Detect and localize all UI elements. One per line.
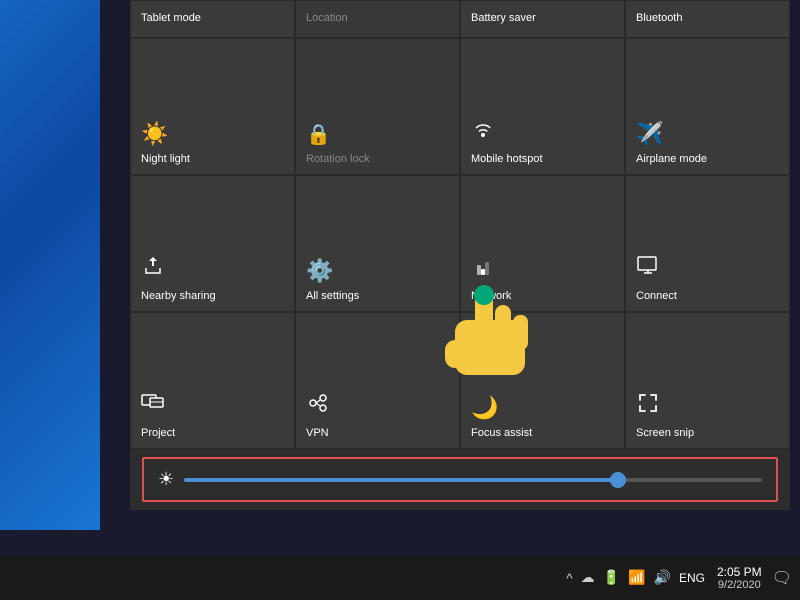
tile-focus-assist-label: Focus assist (471, 427, 532, 440)
taskbar-wifi-icon[interactable]: 📶 (628, 569, 645, 586)
tile-night-light[interactable]: ☀️ Night light (130, 38, 295, 175)
mobile-hotspot-icon (471, 117, 495, 147)
airplane-icon: ✈️ (636, 121, 663, 147)
tile-mobile-hotspot[interactable]: Mobile hotspot (460, 38, 625, 175)
tile-battery-saver[interactable]: Battery saver (460, 0, 625, 38)
screen-snip-icon (636, 391, 660, 421)
brightness-control: ☀ (142, 457, 778, 502)
rotation-lock-icon: 🔒 (306, 122, 331, 147)
connect-icon (636, 254, 660, 284)
taskbar-onedrive-icon[interactable]: ☁ (581, 569, 595, 586)
taskbar-chevron[interactable]: ^ (566, 570, 573, 586)
tiles-row-3: Project VPN 🌙 Focus assist (130, 312, 790, 449)
tile-nearby-sharing-label: Nearby sharing (141, 290, 216, 303)
tiles-row-2: Nearby sharing ⚙️ All settings Network (130, 175, 790, 312)
desktop-background (0, 0, 100, 530)
tile-location-label: Location (306, 12, 348, 25)
tile-airplane-mode-label: Airplane mode (636, 153, 707, 166)
tile-project-label: Project (141, 427, 175, 440)
brightness-icon: ☀ (158, 469, 174, 490)
taskbar-clock[interactable]: 2:05 PM 9/2/2020 (717, 565, 762, 591)
tile-nearby-sharing[interactable]: Nearby sharing (130, 175, 295, 312)
tile-tablet-mode-label: Tablet mode (141, 12, 201, 25)
tile-bluetooth[interactable]: Bluetooth (625, 0, 790, 38)
header-tiles-row: Tablet mode Location Battery saver Bluet… (130, 0, 790, 38)
taskbar: ^ ☁ 🔋 📶 🔊 ENG 2:05 PM 9/2/2020 🗨 (0, 555, 800, 600)
taskbar-time: 2:05 PM (717, 565, 762, 579)
tile-location[interactable]: Location (295, 0, 460, 38)
project-icon (141, 391, 165, 421)
brightness-slider-track[interactable] (184, 478, 762, 482)
tile-connect[interactable]: Connect (625, 175, 790, 312)
settings-icon: ⚙️ (306, 258, 333, 284)
vpn-icon (306, 391, 330, 421)
tile-night-light-label: Night light (141, 153, 190, 166)
tiles-row-1: ☀️ Night light 🔒 Rotation lock Mobile ho… (130, 38, 790, 175)
tile-all-settings[interactable]: ⚙️ All settings (295, 175, 460, 312)
tile-vpn-label: VPN (306, 427, 329, 440)
tile-focus-assist[interactable]: 🌙 Focus assist (460, 312, 625, 449)
tile-network[interactable]: Network (460, 175, 625, 312)
brightness-slider-thumb[interactable] (610, 472, 626, 488)
taskbar-lang[interactable]: ENG (679, 571, 705, 585)
tile-network-label: Network (471, 290, 511, 303)
tile-battery-saver-label: Battery saver (471, 12, 536, 25)
tile-vpn[interactable]: VPN (295, 312, 460, 449)
tile-airplane-mode[interactable]: ✈️ Airplane mode (625, 38, 790, 175)
focus-assist-icon: 🌙 (471, 395, 498, 421)
tile-mobile-hotspot-label: Mobile hotspot (471, 153, 543, 166)
taskbar-date: 9/2/2020 (717, 579, 762, 591)
action-center: Tablet mode Location Battery saver Bluet… (130, 0, 790, 510)
tile-screen-snip[interactable]: Screen snip (625, 312, 790, 449)
tile-tablet-mode[interactable]: Tablet mode (130, 0, 295, 38)
brightness-slider-fill (184, 478, 617, 482)
tile-rotation-lock-label: Rotation lock (306, 153, 370, 166)
taskbar-notification-icon[interactable]: 🗨 (772, 568, 792, 588)
tile-screen-snip-label: Screen snip (636, 427, 694, 440)
tile-rotation-lock[interactable]: 🔒 Rotation lock (295, 38, 460, 175)
tile-all-settings-label: All settings (306, 290, 359, 303)
tile-connect-label: Connect (636, 290, 677, 303)
tile-bluetooth-label: Bluetooth (636, 12, 682, 25)
taskbar-volume-icon[interactable]: 🔊 (654, 569, 671, 586)
network-icon (471, 254, 495, 284)
taskbar-system-icons: ^ ☁ 🔋 📶 🔊 ENG (566, 569, 705, 586)
nearby-sharing-icon (141, 254, 165, 284)
tile-project[interactable]: Project (130, 312, 295, 449)
night-light-icon: ☀️ (141, 121, 168, 147)
taskbar-battery-icon[interactable]: 🔋 (603, 569, 620, 586)
